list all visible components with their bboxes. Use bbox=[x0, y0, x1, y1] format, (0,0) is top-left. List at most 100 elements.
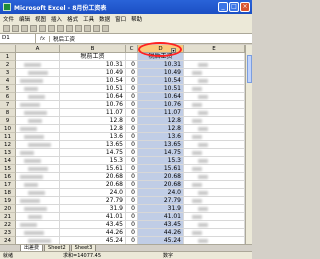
table-cell[interactable]: 20.68 bbox=[60, 181, 126, 189]
menu-edit[interactable]: 编辑 bbox=[19, 15, 30, 23]
paste-icon[interactable] bbox=[57, 25, 64, 32]
table-cell[interactable]: 43.45 bbox=[60, 221, 126, 229]
table-cell[interactable]: 15.61 bbox=[138, 165, 184, 173]
table-cell[interactable]: 13.6 bbox=[138, 133, 184, 141]
table-cell[interactable]: 0 bbox=[126, 69, 138, 77]
table-cell[interactable]: 31.9 bbox=[138, 205, 184, 213]
row-header[interactable]: 11 bbox=[0, 133, 16, 141]
table-cell[interactable]: 0 bbox=[126, 221, 138, 229]
menu-window[interactable]: 窗口 bbox=[115, 15, 126, 23]
table-cell[interactable]: 10.76 bbox=[60, 101, 126, 109]
row-header[interactable]: 9 bbox=[0, 117, 16, 125]
table-cell[interactable]: 14.75 bbox=[60, 149, 126, 157]
table-cell[interactable]: 10.49 bbox=[138, 69, 184, 77]
table-cell[interactable]: 0 bbox=[126, 101, 138, 109]
row-header[interactable]: 19 bbox=[0, 197, 16, 205]
table-cell[interactable]: 10.31 bbox=[138, 61, 184, 69]
table-cell[interactable] bbox=[184, 125, 245, 133]
table-cell[interactable]: 0 bbox=[126, 189, 138, 197]
table-cell[interactable]: 10.54 bbox=[60, 77, 126, 85]
new-icon[interactable] bbox=[3, 25, 10, 32]
column-header-b[interactable]: B bbox=[60, 45, 126, 53]
table-cell[interactable]: 0 bbox=[126, 229, 138, 237]
row-header[interactable]: 1 bbox=[0, 53, 16, 61]
cut-icon[interactable] bbox=[39, 25, 46, 32]
table-cell[interactable] bbox=[16, 85, 60, 93]
table-cell[interactable]: 0 bbox=[126, 141, 138, 149]
minimize-button[interactable]: _ bbox=[218, 2, 228, 12]
header-cell[interactable]: 税前工资 bbox=[60, 53, 126, 61]
table-cell[interactable]: 20.68 bbox=[138, 173, 184, 181]
table-cell[interactable]: 10.64 bbox=[60, 93, 126, 101]
save-icon[interactable] bbox=[21, 25, 28, 32]
spreadsheet-grid[interactable]: A B C D E 1 税前工资 税后工资 2 10.31 0 10.31 3 10.49 0 10.49 4 1… bbox=[0, 45, 245, 244]
table-cell[interactable] bbox=[184, 173, 245, 181]
table-cell[interactable]: 13.6 bbox=[60, 133, 126, 141]
column-header-c[interactable]: C bbox=[126, 45, 138, 53]
table-cell[interactable]: 0 bbox=[126, 77, 138, 85]
table-cell[interactable]: 11.07 bbox=[60, 109, 126, 117]
vertical-scrollbar[interactable] bbox=[245, 45, 252, 244]
table-cell[interactable]: 0 bbox=[126, 205, 138, 213]
table-cell[interactable]: 15.61 bbox=[60, 165, 126, 173]
row-header[interactable]: 23 bbox=[0, 229, 16, 237]
row-header[interactable]: 13 bbox=[0, 149, 16, 157]
row-header[interactable]: 22 bbox=[0, 221, 16, 229]
table-cell[interactable]: 15.3 bbox=[60, 157, 126, 165]
row-header[interactable]: 3 bbox=[0, 69, 16, 77]
table-cell[interactable]: 11.07 bbox=[138, 109, 184, 117]
table-cell[interactable]: 12.8 bbox=[60, 125, 126, 133]
table-cell[interactable] bbox=[184, 109, 245, 117]
table-cell[interactable] bbox=[184, 189, 245, 197]
table-cell[interactable] bbox=[184, 237, 245, 244]
table-cell[interactable]: 0 bbox=[126, 109, 138, 117]
table-cell[interactable]: 10.64 bbox=[138, 93, 184, 101]
table-cell[interactable]: 15.3 bbox=[138, 157, 184, 165]
table-cell[interactable]: 44.26 bbox=[60, 229, 126, 237]
menu-help[interactable]: 帮助 bbox=[131, 15, 142, 23]
chart-icon[interactable] bbox=[93, 25, 100, 32]
menu-tools[interactable]: 工具 bbox=[83, 15, 94, 23]
menu-format[interactable]: 格式 bbox=[67, 15, 78, 23]
table-cell[interactable] bbox=[184, 61, 245, 69]
print-icon[interactable] bbox=[30, 25, 37, 32]
table-cell[interactable]: 13.65 bbox=[138, 141, 184, 149]
table-cell[interactable]: 10.31 bbox=[60, 61, 126, 69]
row-header[interactable]: 20 bbox=[0, 205, 16, 213]
copy-icon[interactable] bbox=[48, 25, 55, 32]
table-cell[interactable]: 27.79 bbox=[138, 197, 184, 205]
row-header[interactable]: 12 bbox=[0, 141, 16, 149]
table-cell[interactable]: 45.24 bbox=[138, 237, 184, 244]
table-cell[interactable]: 12.8 bbox=[60, 117, 126, 125]
table-cell[interactable] bbox=[184, 157, 245, 165]
menu-data[interactable]: 数据 bbox=[99, 15, 110, 23]
header-cell[interactable] bbox=[126, 53, 138, 61]
table-cell[interactable]: 31.9 bbox=[60, 205, 126, 213]
table-cell[interactable] bbox=[184, 93, 245, 101]
table-cell[interactable]: 0 bbox=[126, 165, 138, 173]
table-cell[interactable]: 0 bbox=[126, 61, 138, 69]
row-header[interactable]: 21 bbox=[0, 213, 16, 221]
row-header[interactable]: 4 bbox=[0, 77, 16, 85]
table-cell[interactable]: 41.01 bbox=[138, 213, 184, 221]
formula-input[interactable]: 税后工资 bbox=[50, 35, 75, 43]
table-cell[interactable]: 27.79 bbox=[60, 197, 126, 205]
row-header[interactable]: 6 bbox=[0, 93, 16, 101]
scrollbar-thumb[interactable] bbox=[247, 55, 252, 83]
name-box[interactable]: D1 bbox=[0, 34, 36, 43]
row-header[interactable]: 10 bbox=[0, 125, 16, 133]
table-cell[interactable]: 12.8 bbox=[138, 117, 184, 125]
function-icon[interactable]: fx bbox=[36, 35, 50, 42]
table-cell[interactable]: 0 bbox=[126, 157, 138, 165]
table-cell[interactable] bbox=[184, 141, 245, 149]
table-cell[interactable]: 0 bbox=[126, 213, 138, 221]
table-cell[interactable]: 43.45 bbox=[138, 221, 184, 229]
table-cell[interactable]: 20.68 bbox=[138, 181, 184, 189]
column-header-d[interactable]: D bbox=[138, 45, 184, 53]
table-cell[interactable]: 14.75 bbox=[138, 149, 184, 157]
table-cell[interactable]: 0 bbox=[126, 117, 138, 125]
sort-icon[interactable] bbox=[84, 25, 91, 32]
table-cell[interactable]: 45.24 bbox=[60, 237, 126, 244]
row-header[interactable]: 5 bbox=[0, 85, 16, 93]
table-cell[interactable]: 24.0 bbox=[60, 189, 126, 197]
